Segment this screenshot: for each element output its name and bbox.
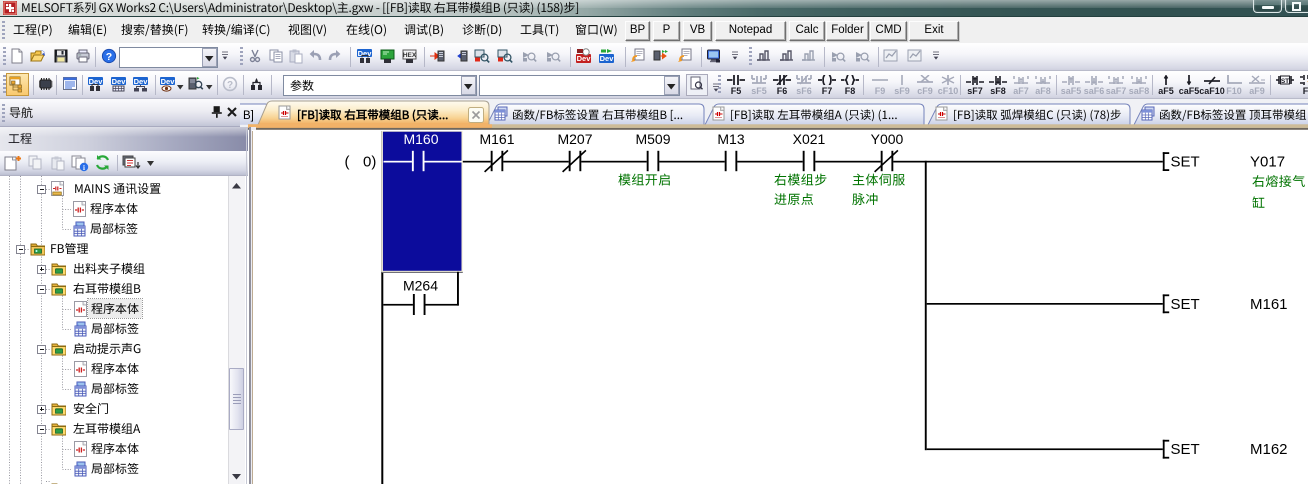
svg-text:M13: M13: [717, 131, 744, 147]
svg-text:[FB]读取 弧焊模组C (只读) (78)步: [FB]读取 弧焊模组C (只读) (78)步: [953, 107, 1122, 123]
svg-text:Dev: Dev: [577, 54, 592, 63]
svg-text:Dev: Dev: [358, 49, 373, 58]
svg-text:HEX: HEX: [403, 52, 417, 59]
svg-text:?: ?: [227, 80, 233, 91]
svg-text:脉冲: 脉冲: [852, 189, 879, 208]
svg-text:函数/FB标签设置 右耳带模组B [...: 函数/FB标签设置 右耳带模组B [...: [512, 107, 683, 123]
svg-text:M161: M161: [479, 131, 514, 147]
svg-text:(: (: [345, 154, 350, 171]
svg-text:ST: ST: [1281, 78, 1289, 85]
svg-text:M509: M509: [635, 131, 670, 147]
svg-text:Dev: Dev: [134, 77, 149, 86]
svg-text:M207: M207: [557, 131, 592, 147]
svg-text:Dev: Dev: [161, 77, 176, 86]
svg-text:模组开启: 模组开启: [618, 170, 672, 189]
svg-text:M264: M264: [403, 278, 438, 294]
svg-text:[FB]读取 左耳带模组A (只读) (1...: [FB]读取 左耳带模组A (只读) (1...: [730, 107, 898, 123]
svg-text:0): 0): [363, 154, 376, 171]
svg-text:[FB]读取 右耳带模组B (只读...: [FB]读取 右耳带模组B (只读...: [297, 107, 448, 123]
svg-text:SET: SET: [1171, 441, 1200, 458]
svg-text:Y017: Y017: [1250, 154, 1285, 171]
svg-text:缸: 缸: [1252, 193, 1265, 212]
svg-text:Y000: Y000: [871, 131, 904, 147]
svg-text:M161: M161: [1250, 296, 1288, 313]
svg-text:M162: M162: [1250, 441, 1288, 458]
svg-text:M160: M160: [403, 131, 438, 147]
svg-text:主体伺服: 主体伺服: [852, 170, 906, 189]
svg-text:Dev: Dev: [112, 77, 127, 86]
svg-text:B]: B]: [243, 110, 254, 122]
svg-text:进原点: 进原点: [774, 189, 814, 208]
svg-text:SET: SET: [1171, 154, 1200, 171]
svg-text:SET: SET: [1171, 296, 1200, 313]
svg-text:?: ?: [106, 51, 112, 63]
svg-text:右熔接气: 右熔接气: [1252, 171, 1306, 190]
svg-text:X021: X021: [793, 131, 826, 147]
svg-text:i: i: [83, 164, 85, 172]
svg-text:右模组步: 右模组步: [774, 170, 828, 189]
svg-text:函数/FB标签设置 顶耳带模组: 函数/FB标签设置 顶耳带模组: [1159, 107, 1307, 123]
svg-text:Dev: Dev: [600, 54, 615, 63]
